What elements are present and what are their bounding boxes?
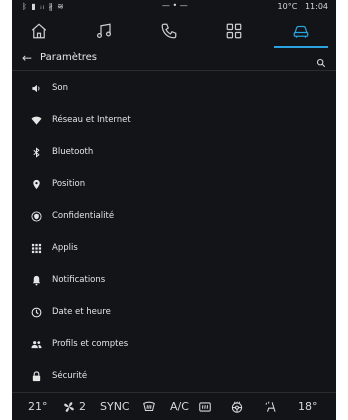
- seat-heat-icon: [265, 401, 276, 412]
- settings-item-notifications[interactable]: Notifications: [12, 266, 336, 294]
- tab-vehicle[interactable]: [274, 16, 328, 48]
- car-icon: [293, 25, 309, 38]
- top-navigation: [12, 16, 336, 48]
- settings-item-position[interactable]: Position: [12, 170, 336, 198]
- status-icons: ᛒ ▮ ᵢₗ ∦ ≋: [22, 2, 65, 11]
- settings-item-label: Bluetooth: [52, 147, 94, 157]
- ac-button[interactable]: A/C: [170, 400, 189, 413]
- climate-bar: 21° 2 SYNC A/C 18°: [12, 392, 336, 420]
- tab-music[interactable]: [77, 16, 131, 46]
- music-note-icon: [97, 23, 111, 38]
- people-icon: [30, 338, 42, 350]
- clock-time: 11:04: [304, 2, 328, 11]
- phone-icon: [161, 23, 177, 39]
- windshield-defrost-button[interactable]: [142, 400, 156, 417]
- settings-item-label: Applis: [52, 243, 78, 253]
- tab-apps[interactable]: [207, 16, 261, 46]
- settings-item-label: Notifications: [52, 275, 106, 285]
- passenger-temperature[interactable]: 18°: [298, 400, 318, 413]
- rear-defrost-icon: [199, 402, 211, 412]
- driver-temperature[interactable]: 21°: [28, 400, 48, 413]
- location-pin-icon: [30, 178, 42, 190]
- search-button[interactable]: [316, 53, 326, 72]
- status-center: — • —: [162, 1, 188, 10]
- fan-icon: [64, 402, 74, 412]
- windshield-defrost-icon: [143, 401, 155, 412]
- outside-temperature: 10°C: [277, 2, 298, 11]
- search-icon: [316, 58, 326, 68]
- apps-grid-icon: [30, 242, 42, 254]
- speaker-icon: [30, 82, 42, 94]
- steering-wheel-icon: [231, 401, 243, 413]
- bluetooth-icon: [30, 146, 42, 158]
- settings-header: ← Paramètres: [12, 48, 336, 71]
- page-title: Paramètres: [40, 52, 98, 63]
- settings-item-son[interactable]: Son: [12, 74, 336, 102]
- settings-item-applis[interactable]: Applis: [12, 234, 336, 262]
- settings-item-securite[interactable]: Sécurité: [12, 362, 336, 390]
- settings-item-label: Sécurité: [52, 371, 88, 381]
- settings-item-bluetooth[interactable]: Bluetooth: [12, 138, 336, 166]
- settings-item-label: Date et heure: [52, 307, 111, 317]
- status-right: 10°C 11:04: [278, 2, 328, 11]
- sync-button[interactable]: SYNC: [100, 400, 130, 413]
- rear-defrost-button[interactable]: [198, 400, 212, 417]
- lock-icon: [30, 370, 42, 382]
- settings-item-label: Position: [52, 179, 86, 189]
- seat-heat-button[interactable]: [264, 400, 278, 417]
- status-bar: ᛒ ▮ ᵢₗ ∦ ≋ — • — 10°C 11:04: [12, 0, 336, 14]
- settings-item-label: Profils et comptes: [52, 339, 129, 349]
- back-arrow-icon[interactable]: ←: [22, 51, 32, 65]
- bell-icon: [30, 274, 42, 286]
- car-screen: ᛒ ▮ ᵢₗ ∦ ≋ — • — 10°C 11:04 ← Paramètres: [12, 0, 336, 420]
- home-icon: [31, 23, 47, 39]
- settings-item-date-heure[interactable]: Date et heure: [12, 298, 336, 326]
- fan-speed-control[interactable]: [62, 400, 76, 417]
- settings-item-confidentialite[interactable]: Confidentialité: [12, 202, 336, 230]
- apps-icon: [226, 23, 242, 39]
- tab-phone[interactable]: [142, 16, 196, 46]
- settings-item-reseau[interactable]: Réseau et Internet: [12, 106, 336, 134]
- steering-wheel-heat-button[interactable]: [230, 400, 244, 417]
- tab-home[interactable]: [12, 16, 66, 46]
- settings-item-label: Réseau et Internet: [52, 115, 131, 125]
- settings-item-profils[interactable]: Profils et comptes: [12, 330, 336, 358]
- settings-item-label: Confidentialité: [52, 211, 115, 221]
- privacy-shield-icon: [30, 210, 42, 222]
- clock-icon: [30, 306, 42, 318]
- fan-speed-value: 2: [79, 400, 86, 413]
- wifi-icon: [30, 114, 42, 126]
- settings-item-label: Son: [52, 83, 68, 93]
